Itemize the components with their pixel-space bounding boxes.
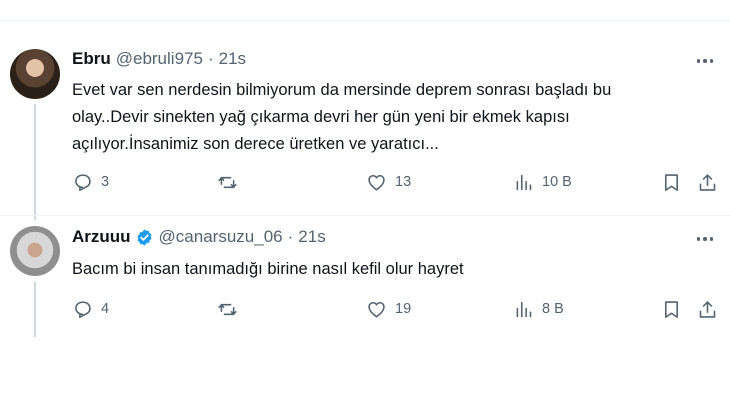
timestamp[interactable]: 21s	[219, 49, 246, 69]
reply-icon	[75, 173, 91, 191]
tweet-text-line: Evet var sen nerdesin bilmiyorum da mers…	[72, 81, 612, 99]
heart-icon	[368, 174, 385, 190]
bookmark-icon	[665, 300, 678, 318]
bookmark-button[interactable]	[661, 169, 682, 195]
heart-icon	[368, 301, 385, 317]
repost-button[interactable]	[217, 296, 246, 322]
top-divider	[0, 20, 730, 21]
like-button[interactable]: 19	[366, 296, 411, 322]
views-chart-icon	[516, 301, 532, 317]
share-button[interactable]	[697, 169, 718, 195]
action-bar: 3 13 10 B	[0, 169, 730, 195]
views-count: 10 B	[542, 174, 572, 190]
separator-dot: ·	[207, 49, 214, 68]
share-icon	[699, 300, 716, 318]
repost-icon	[218, 303, 237, 315]
tweet-header: Ebru @ebruli975 · 21s	[72, 47, 246, 71]
reply-icon	[75, 300, 91, 318]
avatar[interactable]	[10, 49, 60, 99]
timestamp[interactable]: 21s	[298, 227, 325, 247]
user-handle[interactable]: @ebruli975	[116, 49, 203, 69]
user-handle[interactable]: @canarsuzu_06	[159, 227, 283, 247]
views-button[interactable]: 8 B	[513, 296, 564, 322]
more-dots-icon[interactable]	[692, 229, 718, 249]
like-button[interactable]: 13	[366, 169, 411, 195]
tweet-header: Arzuuu @canarsuzu_06 · 21s	[72, 225, 326, 249]
display-name[interactable]: Arzuuu	[72, 227, 131, 247]
reply-button[interactable]: 4	[72, 296, 109, 322]
tweet-text-line: Bacım bi insan tanımadığı birine nasıl k…	[72, 260, 464, 278]
tweet-text: Evet var sen nerdesin bilmiyorum da mers…	[72, 77, 712, 158]
repost-icon	[218, 176, 237, 188]
tweet-divider	[0, 215, 730, 216]
more-dots-icon[interactable]	[692, 51, 718, 71]
bookmark-icon	[665, 173, 678, 191]
verified-badge-icon	[135, 228, 154, 247]
views-count: 8 B	[542, 301, 564, 317]
bookmark-button[interactable]	[661, 296, 682, 322]
separator-dot: ·	[287, 227, 294, 246]
share-button[interactable]	[697, 296, 718, 322]
tweet-text: Bacım bi insan tanımadığı birine nasıl k…	[72, 256, 712, 283]
thread-connector-line	[34, 104, 36, 220]
repost-button[interactable]	[217, 169, 246, 195]
reply-button[interactable]: 3	[72, 169, 109, 195]
like-count: 19	[395, 301, 412, 317]
like-count: 13	[395, 174, 412, 190]
display-name[interactable]: Ebru	[72, 49, 111, 69]
avatar[interactable]	[10, 226, 60, 276]
reply-count: 3	[101, 174, 110, 190]
action-bar: 4 19 8 B	[0, 296, 730, 322]
views-chart-icon	[516, 174, 532, 190]
tweet-text-line: olay..Devir sinekten yağ çıkarma devri h…	[72, 108, 570, 126]
tweet-text-line: açılıyor.İnsanimiz son derece üretken ve…	[72, 135, 439, 153]
share-icon	[699, 173, 716, 191]
views-button[interactable]: 10 B	[513, 169, 572, 195]
reply-count: 4	[101, 301, 110, 317]
